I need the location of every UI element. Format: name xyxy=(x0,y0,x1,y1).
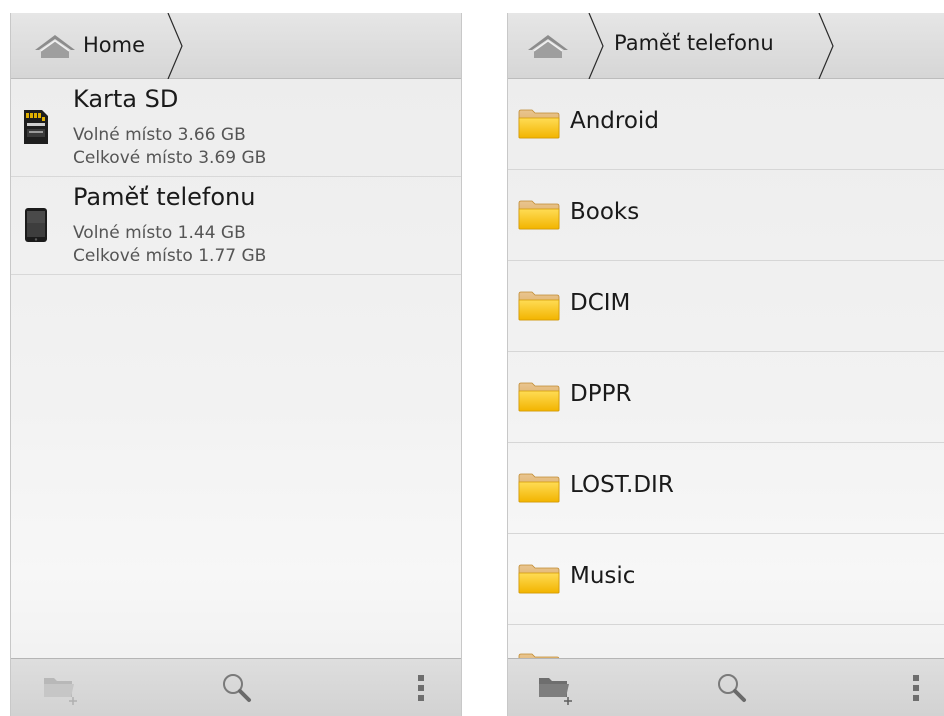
bottom-action-bar xyxy=(11,658,461,716)
search-button[interactable] xyxy=(702,659,762,716)
folder-icon xyxy=(518,382,560,412)
overflow-menu-icon xyxy=(418,675,424,701)
search-icon xyxy=(223,674,251,702)
chevron-right-icon xyxy=(588,13,604,79)
phone-icon xyxy=(25,208,47,242)
storage-item-sd[interactable]: Karta SD Volné místo 3.66 GB Celkové mís… xyxy=(11,79,461,177)
folder-name: Android xyxy=(570,108,659,134)
folder-item-dcim[interactable]: DCIM xyxy=(508,261,944,352)
breadcrumb-bar: Paměť telefonu xyxy=(508,13,944,79)
storage-name: Paměť telefonu xyxy=(73,183,256,211)
folder-item-books[interactable]: Books xyxy=(508,170,944,261)
home-icon xyxy=(526,33,570,59)
breadcrumb-bar: Home xyxy=(11,13,461,79)
folder-icon xyxy=(518,291,560,321)
search-button[interactable] xyxy=(207,659,267,716)
sd-card-icon xyxy=(24,110,48,144)
folder-item-music[interactable]: Music xyxy=(508,534,944,625)
storage-total-space: Celkové místo 3.69 GB xyxy=(73,148,267,168)
overflow-menu-button[interactable] xyxy=(401,659,441,716)
storage-total-space: Celkové místo 1.77 GB xyxy=(73,246,267,266)
storage-name: Karta SD xyxy=(73,85,179,113)
search-icon xyxy=(718,674,746,702)
chevron-right-icon xyxy=(818,13,834,79)
folder-name: DPPR xyxy=(570,381,632,407)
folder-icon xyxy=(518,564,560,594)
breadcrumb-home[interactable]: Home xyxy=(11,13,183,79)
overflow-menu-icon xyxy=(913,675,919,701)
folder-item-dppr[interactable]: DPPR xyxy=(508,352,944,443)
folder-item-android[interactable]: Android xyxy=(508,79,944,170)
chevron-right-icon xyxy=(167,13,183,79)
folder-name: Books xyxy=(570,199,640,225)
home-icon xyxy=(33,33,77,59)
breadcrumb-current-label: Paměť telefonu xyxy=(614,31,774,55)
folder-icon xyxy=(518,200,560,230)
storage-item-phone[interactable]: Paměť telefonu Volné místo 1.44 GB Celko… xyxy=(11,177,461,275)
new-folder-icon xyxy=(539,678,572,705)
folder-name: DCIM xyxy=(570,290,631,316)
new-folder-button[interactable] xyxy=(526,659,586,716)
overflow-menu-button[interactable] xyxy=(896,659,936,716)
breadcrumb-home-label: Home xyxy=(83,33,146,57)
new-folder-button[interactable] xyxy=(31,659,91,716)
new-folder-icon xyxy=(44,678,77,705)
breadcrumb-home[interactable] xyxy=(508,13,604,79)
folder-name: LOST.DIR xyxy=(570,472,674,498)
bottom-action-bar xyxy=(508,658,944,716)
storage-free-space: Volné místo 3.66 GB xyxy=(73,125,246,145)
storage-panel: Home Karta SD Volné místo 3.66 GB Celkov… xyxy=(10,13,462,716)
breadcrumb-current[interactable]: Paměť telefonu xyxy=(604,13,844,79)
folder-name: Music xyxy=(570,563,636,589)
folder-icon xyxy=(518,109,560,139)
folder-item-lost-dir[interactable]: LOST.DIR xyxy=(508,443,944,534)
folder-icon xyxy=(518,473,560,503)
storage-free-space: Volné místo 1.44 GB xyxy=(73,223,246,243)
folder-panel: Paměť telefonu Android Books DCIM DPPR L… xyxy=(507,13,944,716)
